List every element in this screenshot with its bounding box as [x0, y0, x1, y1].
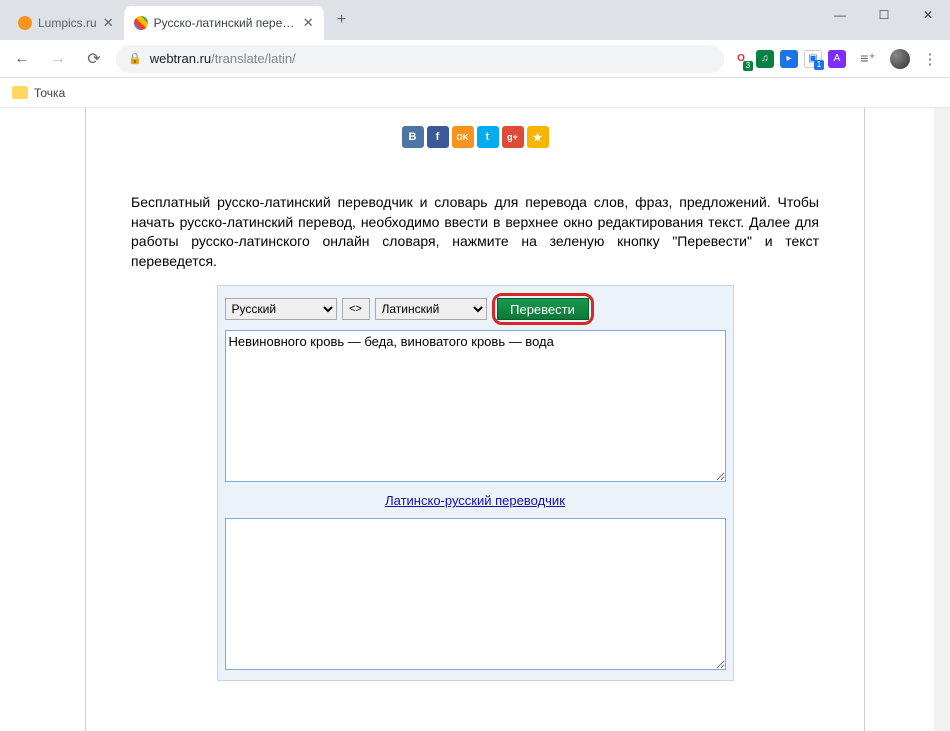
close-icon[interactable]: ✕: [103, 15, 114, 31]
back-button[interactable]: ←: [8, 45, 36, 73]
social-share-row: B f OK t g+ ★: [131, 126, 819, 148]
reverse-link-row: Латинско-русский переводчик: [225, 493, 726, 508]
url-input[interactable]: 🔒 webtran.ru/translate/latin/: [116, 45, 724, 73]
address-bar: ← → ⟳ 🔒 webtran.ru/translate/latin/ O3 ♫…: [0, 40, 950, 78]
facebook-icon[interactable]: f: [427, 126, 449, 148]
lock-icon: 🔒: [128, 52, 142, 65]
bookmark-item[interactable]: Точка: [34, 86, 65, 100]
twitter-icon[interactable]: t: [477, 126, 499, 148]
extensions: O3 ♫ ▸ ▣1 A: [732, 50, 846, 68]
close-icon[interactable]: ✕: [303, 15, 314, 31]
target-text-output[interactable]: [225, 518, 726, 670]
source-language-select[interactable]: Русский: [225, 298, 337, 320]
ext-purple-icon[interactable]: A: [828, 50, 846, 68]
forward-button[interactable]: →: [44, 45, 72, 73]
swap-button[interactable]: <>: [342, 298, 370, 320]
url-text: webtran.ru/translate/latin/: [150, 51, 296, 66]
vk-icon[interactable]: B: [402, 126, 424, 148]
bookmarks-bar: Точка: [0, 78, 950, 108]
close-window-button[interactable]: ✕: [906, 0, 950, 30]
ext-box-icon[interactable]: ▣1: [804, 50, 822, 68]
browser-tab-strip: Lumpics.ru ✕ Русско-латинский переводчик…: [0, 0, 950, 40]
ok-icon[interactable]: OK: [452, 126, 474, 148]
maximize-button[interactable]: ☐: [862, 0, 906, 30]
chrome-menu-button[interactable]: ⋮: [918, 50, 942, 68]
tab-title: Lumpics.ru: [38, 16, 97, 30]
reverse-translator-link[interactable]: Латинско-русский переводчик: [385, 493, 565, 508]
favorite-icon[interactable]: ★: [527, 126, 549, 148]
window-controls: — ☐ ✕: [818, 0, 950, 30]
ext-green-icon[interactable]: ♫: [756, 50, 774, 68]
translate-button[interactable]: Перевести: [497, 298, 589, 320]
source-text-input[interactable]: [225, 330, 726, 482]
scrollbar[interactable]: [934, 108, 950, 731]
reload-button[interactable]: ⟳: [80, 45, 108, 73]
page-viewport[interactable]: B f OK t g+ ★ Бесплатный русско-латински…: [0, 108, 950, 731]
new-tab-button[interactable]: +: [328, 6, 356, 34]
minimize-button[interactable]: —: [818, 0, 862, 30]
tab-lumpics[interactable]: Lumpics.ru ✕: [8, 6, 124, 40]
tabs-container: Lumpics.ru ✕ Русско-латинский переводчик…: [0, 0, 356, 40]
intro-text: Бесплатный русско-латинский переводчик и…: [131, 193, 819, 271]
tab-title: Русско-латинский переводчик о: [154, 16, 297, 30]
tab-webtran[interactable]: Русско-латинский переводчик о ✕: [124, 6, 324, 40]
favicon-lumpics: [18, 16, 32, 30]
controls-row: Русский <> Латинский Перевести: [225, 293, 726, 325]
gplus-icon[interactable]: g+: [502, 126, 524, 148]
profile-avatar[interactable]: [890, 49, 910, 69]
favicon-webtran: [134, 16, 148, 30]
translator-panel: Русский <> Латинский Перевести Латинско-…: [217, 285, 734, 681]
ext-adblock-icon[interactable]: O3: [732, 50, 750, 68]
folder-icon: [12, 86, 28, 99]
translate-button-highlight: Перевести: [492, 293, 594, 325]
reading-list-icon[interactable]: ≡⁺: [854, 45, 882, 73]
target-language-select[interactable]: Латинский: [375, 298, 487, 320]
ext-blue-icon[interactable]: ▸: [780, 50, 798, 68]
page-content: B f OK t g+ ★ Бесплатный русско-латински…: [85, 108, 865, 731]
